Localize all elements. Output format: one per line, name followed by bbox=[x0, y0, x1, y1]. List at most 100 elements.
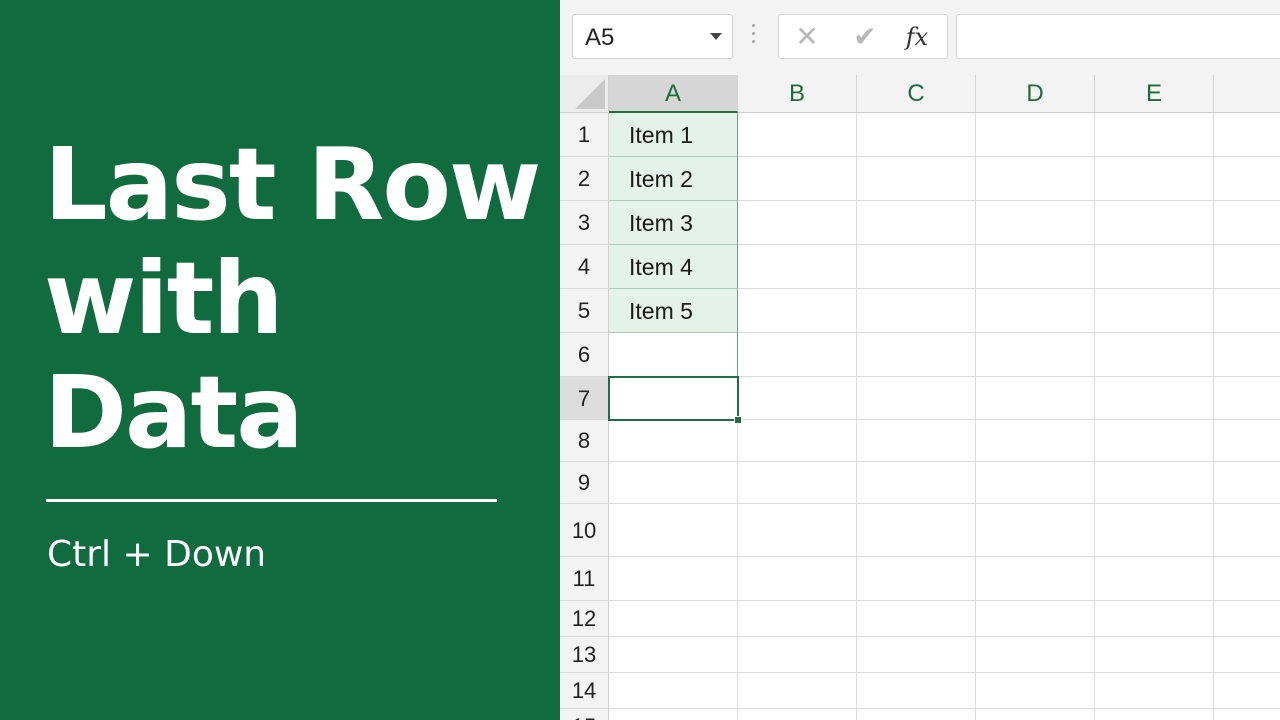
cell-b9[interactable] bbox=[738, 462, 857, 504]
cell-d11[interactable] bbox=[976, 557, 1095, 601]
cell-d15[interactable] bbox=[976, 709, 1095, 720]
active-cell-outline[interactable] bbox=[608, 376, 739, 421]
cell-c15[interactable] bbox=[857, 709, 976, 720]
cell-e12[interactable] bbox=[1095, 601, 1214, 637]
row-header-2[interactable]: 2 bbox=[560, 157, 609, 201]
cell-b7[interactable] bbox=[738, 377, 857, 420]
cell-a10[interactable] bbox=[609, 504, 738, 557]
cell-d5[interactable] bbox=[976, 289, 1095, 333]
cell-a14[interactable] bbox=[609, 673, 738, 709]
name-box[interactable]: A5 bbox=[572, 14, 733, 59]
cell-a5[interactable]: Item 5 bbox=[609, 289, 738, 333]
row-header-14[interactable]: 14 bbox=[560, 673, 609, 709]
cell-next14[interactable] bbox=[1214, 673, 1280, 709]
cell-b12[interactable] bbox=[738, 601, 857, 637]
cell-a1[interactable]: Item 1 bbox=[609, 113, 738, 157]
cell-b1[interactable] bbox=[738, 113, 857, 157]
cell-c3[interactable] bbox=[857, 201, 976, 245]
cell-next2[interactable] bbox=[1214, 157, 1280, 201]
cell-e6[interactable] bbox=[1095, 333, 1214, 377]
cell-a12[interactable] bbox=[609, 601, 738, 637]
column-header-next[interactable] bbox=[1214, 75, 1280, 113]
row-header-1[interactable]: 1 bbox=[560, 113, 609, 157]
cell-next12[interactable] bbox=[1214, 601, 1280, 637]
cell-b4[interactable] bbox=[738, 245, 857, 289]
cell-d8[interactable] bbox=[976, 420, 1095, 462]
cell-c5[interactable] bbox=[857, 289, 976, 333]
cell-e2[interactable] bbox=[1095, 157, 1214, 201]
cell-e15[interactable] bbox=[1095, 709, 1214, 720]
cell-c1[interactable] bbox=[857, 113, 976, 157]
cell-d12[interactable] bbox=[976, 601, 1095, 637]
cell-next10[interactable] bbox=[1214, 504, 1280, 557]
cell-b6[interactable] bbox=[738, 333, 857, 377]
cell-d4[interactable] bbox=[976, 245, 1095, 289]
cell-b3[interactable] bbox=[738, 201, 857, 245]
column-header-b[interactable]: B bbox=[738, 75, 857, 113]
cell-next6[interactable] bbox=[1214, 333, 1280, 377]
cell-a3[interactable]: Item 3 bbox=[609, 201, 738, 245]
cell-e4[interactable] bbox=[1095, 245, 1214, 289]
cell-d1[interactable] bbox=[976, 113, 1095, 157]
cell-e10[interactable] bbox=[1095, 504, 1214, 557]
row-header-8[interactable]: 8 bbox=[560, 420, 609, 462]
cell-next13[interactable] bbox=[1214, 637, 1280, 673]
cell-e8[interactable] bbox=[1095, 420, 1214, 462]
fill-handle[interactable] bbox=[734, 416, 742, 424]
cell-next11[interactable] bbox=[1214, 557, 1280, 601]
cell-d2[interactable] bbox=[976, 157, 1095, 201]
cell-a9[interactable] bbox=[609, 462, 738, 504]
cell-d9[interactable] bbox=[976, 462, 1095, 504]
cell-e3[interactable] bbox=[1095, 201, 1214, 245]
row-header-7[interactable]: 7 bbox=[560, 377, 609, 420]
cell-next4[interactable] bbox=[1214, 245, 1280, 289]
select-all-button[interactable] bbox=[560, 75, 609, 113]
cell-e1[interactable] bbox=[1095, 113, 1214, 157]
cell-b10[interactable] bbox=[738, 504, 857, 557]
cell-a6[interactable] bbox=[609, 333, 738, 377]
close-icon[interactable]: ✕ bbox=[787, 21, 827, 53]
cell-b11[interactable] bbox=[738, 557, 857, 601]
cell-e13[interactable] bbox=[1095, 637, 1214, 673]
row-header-12[interactable]: 12 bbox=[560, 601, 609, 637]
column-header-c[interactable]: C bbox=[857, 75, 976, 113]
cell-b8[interactable] bbox=[738, 420, 857, 462]
more-vertical-icon[interactable] bbox=[750, 24, 756, 50]
row-header-9[interactable]: 9 bbox=[560, 462, 609, 504]
cell-e14[interactable] bbox=[1095, 673, 1214, 709]
cell-next1[interactable] bbox=[1214, 113, 1280, 157]
cell-e11[interactable] bbox=[1095, 557, 1214, 601]
cell-d3[interactable] bbox=[976, 201, 1095, 245]
cell-b2[interactable] bbox=[738, 157, 857, 201]
cell-next15[interactable] bbox=[1214, 709, 1280, 720]
cell-c13[interactable] bbox=[857, 637, 976, 673]
row-header-3[interactable]: 3 bbox=[560, 201, 609, 245]
cell-a2[interactable]: Item 2 bbox=[609, 157, 738, 201]
column-header-d[interactable]: D bbox=[976, 75, 1095, 113]
row-header-11[interactable]: 11 bbox=[560, 557, 609, 601]
cell-next7[interactable] bbox=[1214, 377, 1280, 420]
row-header-13[interactable]: 13 bbox=[560, 637, 609, 673]
cell-a15[interactable] bbox=[609, 709, 738, 720]
cell-e7[interactable] bbox=[1095, 377, 1214, 420]
cell-c6[interactable] bbox=[857, 333, 976, 377]
row-header-4[interactable]: 4 bbox=[560, 245, 609, 289]
formula-input[interactable] bbox=[956, 14, 1280, 59]
check-icon[interactable]: ✔ bbox=[845, 21, 885, 53]
cell-c9[interactable] bbox=[857, 462, 976, 504]
column-header-e[interactable]: E bbox=[1095, 75, 1214, 113]
cell-c8[interactable] bbox=[857, 420, 976, 462]
cell-c12[interactable] bbox=[857, 601, 976, 637]
column-header-a[interactable]: A bbox=[609, 75, 738, 113]
cell-next8[interactable] bbox=[1214, 420, 1280, 462]
cell-b15[interactable] bbox=[738, 709, 857, 720]
cell-c10[interactable] bbox=[857, 504, 976, 557]
cell-d14[interactable] bbox=[976, 673, 1095, 709]
cell-e9[interactable] bbox=[1095, 462, 1214, 504]
cell-c11[interactable] bbox=[857, 557, 976, 601]
chevron-down-icon[interactable] bbox=[710, 33, 722, 40]
cell-a4[interactable]: Item 4 bbox=[609, 245, 738, 289]
cell-c4[interactable] bbox=[857, 245, 976, 289]
row-header-6[interactable]: 6 bbox=[560, 333, 609, 377]
row-header-10[interactable]: 10 bbox=[560, 504, 609, 557]
